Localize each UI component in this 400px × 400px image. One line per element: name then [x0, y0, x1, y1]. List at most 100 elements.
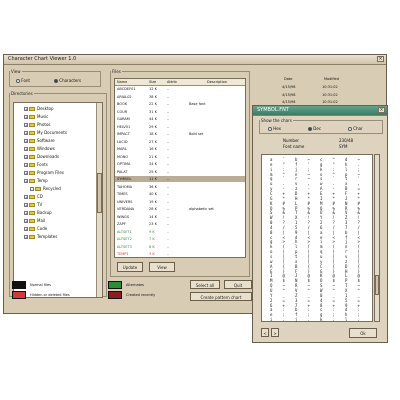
directory-item[interactable]: + Fonts	[24, 161, 48, 169]
char-cell[interactable]: k	[320, 318, 322, 322]
close-icon[interactable]: ×	[377, 56, 384, 62]
update-button[interactable]: Update	[117, 262, 143, 272]
char-cell[interactable]: .	[358, 318, 360, 322]
directory-item[interactable]: + CD	[24, 193, 43, 201]
file-row[interactable]: TIMES 40 K..	[115, 191, 245, 197]
expand-icon[interactable]: +	[24, 155, 28, 159]
prev-button[interactable]: <	[261, 328, 269, 337]
directory-scroll-thumb[interactable]	[97, 173, 102, 213]
file-row[interactable]: UNIVERS 19 K..	[115, 199, 245, 205]
file-size: 31 K	[149, 109, 157, 114]
char-title-bar[interactable]: SYMBOL.FNT ×	[253, 106, 387, 116]
file-row[interactable]: BOOK 22 K.. Base font	[115, 101, 245, 107]
expand-icon[interactable]: +	[24, 227, 28, 231]
directory-item[interactable]: + Downloads	[24, 153, 59, 161]
expand-icon[interactable]: +	[24, 163, 28, 167]
create-chart-button[interactable]: Create pattern chart	[190, 292, 252, 301]
char-cell[interactable]: .	[333, 318, 335, 322]
header-name[interactable]: Name	[117, 79, 127, 85]
directory-item[interactable]: + Windows	[24, 145, 55, 153]
expand-icon[interactable]: +	[24, 195, 28, 199]
directory-item[interactable]: + Templates	[24, 233, 57, 241]
expand-icon[interactable]: +	[24, 123, 28, 127]
expand-icon[interactable]: +	[24, 107, 28, 111]
char-close-icon[interactable]: ×	[378, 107, 385, 113]
header-description[interactable]: Description	[207, 79, 227, 85]
expand-icon[interactable]: +	[24, 219, 28, 223]
file-row[interactable]: MARL 16 K..	[115, 146, 245, 152]
char-scroll-thumb[interactable]	[375, 275, 379, 295]
file-row[interactable]: ALTSET2 7 K..	[115, 236, 245, 242]
file-row[interactable]: ZAPF 23 K..	[115, 221, 245, 227]
file-row[interactable]: ALTSET1 9 K..	[115, 229, 245, 235]
header-size[interactable]: Size	[149, 79, 156, 85]
directory-scrollbar[interactable]	[96, 103, 102, 297]
file-size: 11 K	[149, 177, 157, 181]
file-row[interactable]: TEMP1 3 K..	[115, 251, 245, 257]
file-row[interactable]: SYMBOL 11 K..	[115, 176, 245, 182]
character-grid[interactable]: a ` b ~ c ^ d ~ e " f ' g " h. i: j; k: l; m ^ n ~ o ^ p ~ q ` r ~ s ` t '…	[261, 154, 373, 322]
expand-icon[interactable]: +	[24, 115, 28, 119]
directory-item[interactable]: + Backup	[24, 209, 52, 217]
next-button[interactable]: >	[271, 328, 279, 337]
file-row[interactable]: HELV01 29 K..	[115, 124, 245, 130]
char-scrollbar[interactable]	[374, 154, 380, 322]
header-date[interactable]: Date	[284, 77, 292, 81]
char-cell[interactable]: .	[308, 318, 310, 322]
header-modified[interactable]: Modified	[324, 77, 339, 81]
directory-item[interactable]: - Recycled	[30, 185, 61, 193]
char-cell[interactable]: l	[345, 318, 347, 322]
directory-item[interactable]: + Code	[24, 225, 47, 233]
expand-icon[interactable]: +	[24, 235, 28, 239]
expand-icon[interactable]: +	[24, 171, 28, 175]
ok-button[interactable]: Ok	[349, 328, 377, 338]
directory-item[interactable]: + Temp	[24, 177, 48, 185]
expand-icon[interactable]: +	[24, 131, 28, 135]
directory-item[interactable]: + Photos	[24, 121, 51, 129]
char-cell[interactable]: j	[295, 318, 297, 322]
directory-tree[interactable]: + Desktop + Music + Photos + My Documents + Softw…	[13, 102, 103, 298]
file-row[interactable]: LUCID 27 K..	[115, 139, 245, 145]
file-row[interactable]: GARAM 44 K..	[115, 116, 245, 122]
files-list[interactable]: Name Size Attrib Description ABCDEF01 12 …	[114, 78, 246, 258]
folder-icon	[29, 115, 35, 119]
expand-icon[interactable]: +	[24, 139, 28, 143]
file-row[interactable]: ABCDEF01 12 K..	[115, 86, 245, 92]
file-row[interactable]: ARIAL02 38 K..	[115, 94, 245, 100]
expand-icon[interactable]: -	[30, 187, 34, 191]
file-row[interactable]: VERDANA 28 K.. alphabetic set	[115, 206, 245, 212]
char-cell[interactable]: .	[283, 318, 285, 322]
directory-item[interactable]: + Mail	[24, 217, 45, 225]
directory-item[interactable]: + Desktop	[24, 105, 54, 113]
file-row[interactable]: COUR 31 K..	[115, 109, 245, 115]
directory-item[interactable]: + Software	[24, 137, 55, 145]
show-dec-radio[interactable]	[308, 127, 312, 131]
file-row[interactable]: TAHOMA 36 K..	[115, 184, 245, 190]
quit-button[interactable]: Quit	[224, 280, 252, 289]
file-row[interactable]: PALAT 25 K..	[115, 169, 245, 175]
file-size: 16 K	[149, 147, 157, 151]
file-row[interactable]: IMPACT 18 K.. Bold set	[115, 131, 245, 137]
directory-item[interactable]: + My Documents	[24, 129, 67, 137]
expand-icon[interactable]: +	[24, 147, 28, 151]
view-button[interactable]: View	[149, 262, 175, 272]
view-characters-radio[interactable]	[54, 79, 58, 83]
file-name: TIMES	[117, 192, 128, 196]
directory-item[interactable]: + Music	[24, 113, 48, 121]
expand-icon[interactable]: +	[24, 211, 28, 215]
file-row[interactable]: MONO 21 K..	[115, 154, 245, 160]
char-cell[interactable]: i	[270, 318, 272, 322]
header-attrib[interactable]: Attrib	[167, 79, 177, 85]
expand-icon[interactable]: +	[24, 179, 28, 183]
select-all-button[interactable]: Select all	[190, 280, 220, 289]
view-font-radio[interactable]	[16, 79, 20, 83]
file-row[interactable]: WINGS 14 K..	[115, 214, 245, 220]
file-row[interactable]: OPTIMA 34 K..	[115, 161, 245, 167]
show-char-radio[interactable]	[348, 127, 352, 131]
directory-item[interactable]: + TV	[24, 201, 42, 209]
main-title-bar[interactable]: Character Chart Viewer 1.0 ×	[4, 55, 386, 65]
expand-icon[interactable]: +	[24, 203, 28, 207]
file-row[interactable]: ALTSET3 8 K..	[115, 244, 245, 250]
show-hex-radio[interactable]	[268, 127, 272, 131]
directory-item[interactable]: + Program Files	[24, 169, 64, 177]
